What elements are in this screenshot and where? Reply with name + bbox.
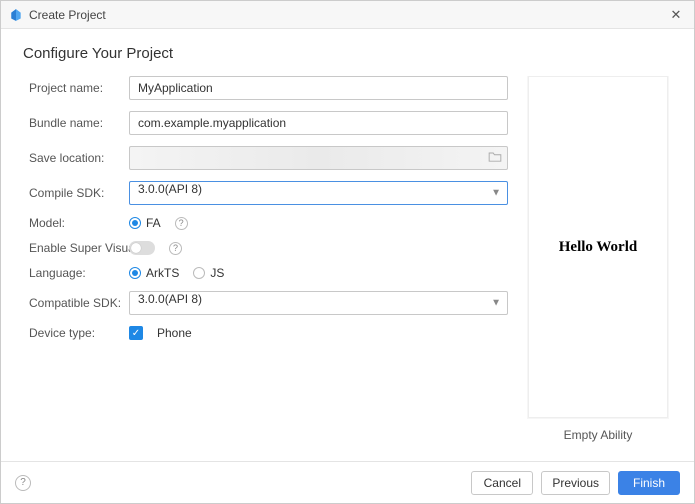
label-compatible-sdk: Compatible SDK:: [29, 296, 129, 310]
form-column: Project name: Bundle name: Save location…: [23, 76, 508, 461]
radio-dot-icon: [193, 267, 205, 279]
preview-caption: Empty Ability: [564, 428, 633, 442]
label-language: Language:: [29, 266, 129, 280]
label-device-type: Device type:: [29, 326, 129, 340]
page-heading: Configure Your Project: [23, 45, 672, 62]
super-visual-toggle[interactable]: [129, 241, 155, 255]
field-model: Model: FA ?: [29, 216, 508, 230]
preview-column: Hello World Empty Ability: [524, 76, 672, 461]
radio-dot-icon: [129, 267, 141, 279]
field-project-name: Project name:: [29, 76, 508, 100]
field-bundle-name: Bundle name:: [29, 111, 508, 135]
label-model: Model:: [29, 216, 129, 230]
compatible-sdk-value: 3.0.0(API 8): [138, 292, 202, 306]
previous-button[interactable]: Previous: [541, 471, 610, 495]
radio-language-arkts[interactable]: ArkTS: [129, 266, 179, 280]
radio-dot-icon: [129, 217, 141, 229]
help-icon[interactable]: ?: [175, 217, 188, 230]
compile-sdk-value: 3.0.0(API 8): [138, 182, 202, 196]
compile-sdk-select[interactable]: 3.0.0(API 8) ▼: [129, 181, 508, 205]
dialog-footer: ? Cancel Previous Finish: [1, 461, 694, 503]
field-device-type: Device type: ✓ Phone: [29, 326, 508, 340]
radio-label-js: JS: [210, 266, 224, 280]
label-compile-sdk: Compile SDK:: [29, 186, 129, 200]
field-compile-sdk: Compile SDK: 3.0.0(API 8) ▼: [29, 181, 508, 205]
label-enable-super-visual: Enable Super Visual:: [29, 241, 145, 255]
project-name-input[interactable]: [129, 76, 508, 100]
field-compatible-sdk: Compatible SDK: 3.0.0(API 8) ▼: [29, 291, 508, 315]
titlebar: Create Project ✕: [1, 1, 694, 29]
content-row: Project name: Bundle name: Save location…: [23, 76, 672, 461]
close-button[interactable]: ✕: [666, 7, 686, 23]
radio-language-js[interactable]: JS: [193, 266, 224, 280]
field-save-location: Save location:: [29, 146, 508, 170]
device-phone-label: Phone: [157, 326, 192, 340]
label-project-name: Project name:: [29, 81, 129, 95]
template-preview: Hello World: [528, 76, 668, 418]
label-bundle-name: Bundle name:: [29, 116, 129, 130]
radio-label-fa: FA: [146, 216, 161, 230]
radio-model-fa[interactable]: FA: [129, 216, 161, 230]
compatible-sdk-select[interactable]: 3.0.0(API 8) ▼: [129, 291, 508, 315]
device-phone-checkbox[interactable]: ✓: [129, 326, 143, 340]
label-save-location: Save location:: [29, 151, 129, 165]
bundle-name-input[interactable]: [129, 111, 508, 135]
browse-folder-icon[interactable]: [488, 151, 502, 166]
finish-button[interactable]: Finish: [618, 471, 680, 495]
radio-label-arkts: ArkTS: [146, 266, 179, 280]
window-title: Create Project: [29, 8, 106, 22]
field-language: Language: ArkTS JS: [29, 266, 508, 280]
chevron-down-icon: ▼: [491, 298, 501, 309]
chevron-down-icon: ▼: [491, 188, 501, 199]
dialog-body: Configure Your Project Project name: Bun…: [1, 29, 694, 461]
field-enable-super-visual: Enable Super Visual: ?: [29, 241, 508, 255]
dialog-window: Create Project ✕ Configure Your Project …: [0, 0, 695, 504]
app-logo-icon: [9, 8, 23, 22]
cancel-button[interactable]: Cancel: [471, 471, 533, 495]
save-location-input[interactable]: [129, 146, 508, 170]
footer-help-icon[interactable]: ?: [15, 475, 31, 491]
preview-hello-world-text: Hello World: [559, 239, 637, 256]
help-icon[interactable]: ?: [169, 242, 182, 255]
